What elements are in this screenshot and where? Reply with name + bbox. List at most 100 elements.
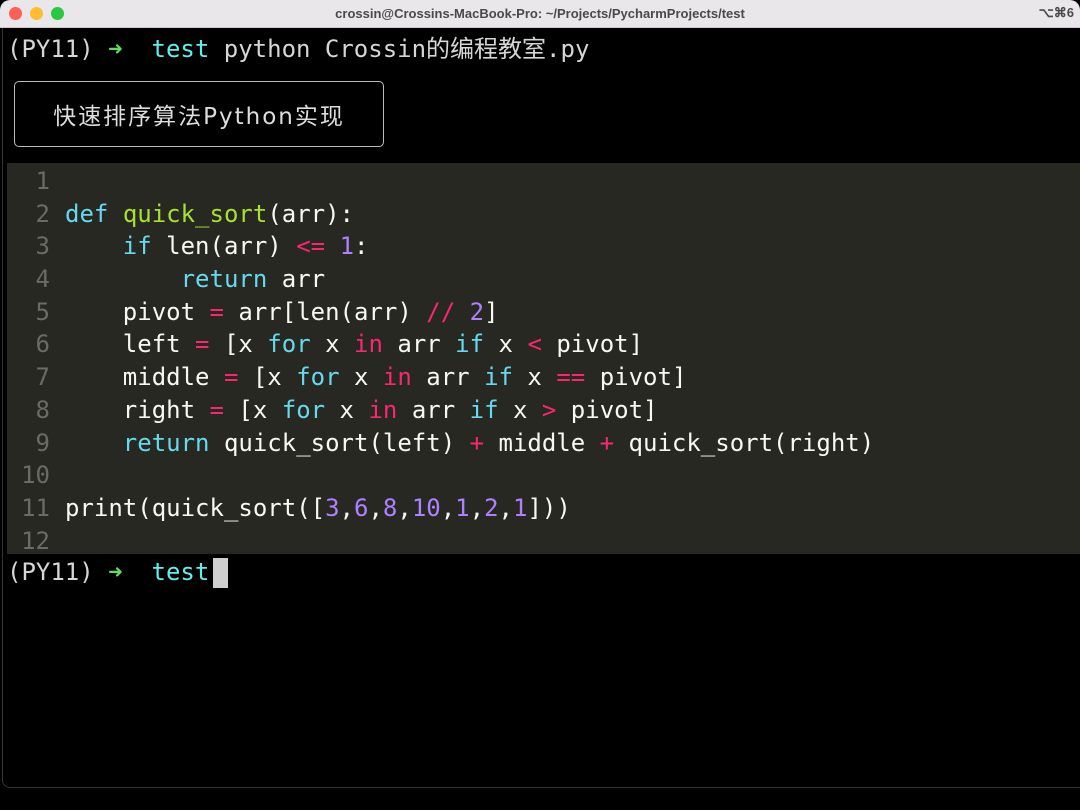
- code-token-plain: right: [65, 395, 210, 424]
- code-token-plain: :: [354, 232, 369, 261]
- code-token-kw: if: [122, 232, 152, 261]
- code-token-op: <: [527, 330, 542, 359]
- env-name: (PY11): [7, 35, 94, 63]
- line-number: 3: [35, 232, 50, 261]
- line-number: 2: [35, 199, 50, 228]
- code-token-plain: x: [339, 363, 383, 392]
- code-text: right = [x for x in arr if x > pivot]: [65, 394, 658, 427]
- code-token-op: =: [209, 395, 224, 424]
- code-token-op: >: [541, 395, 557, 424]
- code-token-kw: return: [122, 428, 210, 457]
- line-number: 9: [35, 428, 50, 457]
- code-block: 1 2 def quick_sort(arr): 3 if len(arr) <= 1…: [7, 163, 1080, 555]
- code-text: pivot = arr[len(arr) // 2]: [65, 296, 499, 329]
- code-token-plain: print(quick_sort([: [65, 493, 326, 522]
- code-token-kw: for: [296, 363, 340, 392]
- line-number: 7: [35, 363, 50, 392]
- line-number: 4: [35, 265, 50, 294]
- code-token-plain: ,: [397, 493, 412, 522]
- window-shortcut: ⌥⌘6: [1038, 5, 1074, 20]
- text-cursor[interactable]: [213, 558, 229, 588]
- code-token-plain: arr: [267, 265, 326, 294]
- title-bar: crossin@Crossins-MacBook-Pro: ~/Projects…: [0, 0, 1080, 28]
- code-token-kw: if: [484, 363, 513, 392]
- code-token-plain: ,: [469, 493, 485, 522]
- code-token-plain: middle: [484, 428, 600, 457]
- code-token-plain: ,: [339, 493, 354, 522]
- code-token-plain: middle: [65, 363, 224, 392]
- code-token-op: <=: [296, 232, 326, 261]
- code-token-op: in: [382, 363, 412, 392]
- line-number: 6: [35, 330, 50, 359]
- code-token-plain: pivot]: [585, 363, 687, 392]
- arrow-icon: ➜: [108, 35, 123, 63]
- code-line: 11 print(quick_sort([3,6,8,10,1,2,1])): [7, 492, 1080, 525]
- code-line: 10: [7, 459, 1080, 492]
- code-token-op: ==: [556, 363, 586, 392]
- code-text: if len(arr) <= 1:: [65, 230, 369, 263]
- code-line: 8 right = [x for x in arr if x > pivot]: [7, 394, 1080, 427]
- code-line: 7 middle = [x for x in arr if x == pivot…: [7, 361, 1080, 394]
- code-token-num: 3: [325, 493, 340, 522]
- code-line: 1: [7, 165, 1080, 198]
- code-token-plain: ])): [527, 493, 571, 522]
- code-token-op: +: [599, 428, 615, 457]
- code-token-op: =: [209, 297, 224, 326]
- code-token-plain: arr: [411, 363, 485, 392]
- code-line: 5 pivot = arr[len(arr) // 2]: [7, 296, 1080, 329]
- code-token-plain: [x: [238, 363, 297, 392]
- code-token-num: 1: [339, 232, 355, 261]
- code-token-op: in: [354, 330, 383, 359]
- line-number: 11: [21, 493, 50, 522]
- code-token-plain: ,: [368, 493, 383, 522]
- code-token-num: 1: [455, 493, 470, 522]
- code-token-plain: (arr):: [267, 199, 355, 228]
- code-token-num: 1: [512, 493, 528, 522]
- code-token-kw: if: [469, 395, 499, 424]
- code-token-plain: x: [498, 395, 542, 424]
- code-token-num: 8: [382, 493, 398, 522]
- code-token-plain: x: [310, 330, 355, 359]
- code-token-plain: pivot]: [556, 395, 658, 424]
- code-token-kw: for: [281, 395, 326, 424]
- code-text: def quick_sort(arr):: [65, 198, 354, 231]
- code-token-plain: x: [484, 330, 528, 359]
- code-line: 3 if len(arr) <= 1:: [7, 230, 1080, 263]
- code-text: left = [x for x in arr if x < pivot]: [65, 328, 643, 361]
- code-token-op: //: [426, 297, 456, 326]
- code-token-op: =: [223, 363, 239, 392]
- code-token-num: 2: [469, 297, 485, 326]
- line-number: 12: [21, 526, 50, 555]
- code-text: middle = [x for x in arr if x == pivot]: [65, 361, 687, 394]
- line-number: 5: [35, 297, 50, 326]
- line-number: 10: [21, 461, 50, 490]
- code-token-plain: ,: [498, 493, 513, 522]
- code-token-fn: quick_sort: [122, 199, 268, 228]
- code-token-plain: [x: [209, 330, 268, 359]
- code-token-kw: def: [65, 199, 109, 228]
- code-text: print(quick_sort([3,6,8,10,1,2,1])): [65, 492, 571, 525]
- code-token-num: 2: [484, 493, 499, 522]
- code-token-plain: arr: [397, 395, 470, 424]
- title-label: 快速排序算法Python实现: [14, 81, 384, 147]
- window-title: crossin@Crossins-MacBook-Pro: ~/Projects…: [335, 6, 745, 21]
- arrow-icon: ➜: [108, 558, 123, 586]
- code-token-plain: quick_sort(left): [209, 428, 470, 457]
- code-token-plain: len(arr): [151, 232, 297, 261]
- code-line: 6 left = [x for x in arr if x < pivot]: [7, 328, 1080, 361]
- code-line: 12: [7, 525, 1080, 558]
- line-number: 8: [35, 395, 50, 424]
- code-token-num: 10: [411, 493, 441, 522]
- env-name: (PY11): [7, 558, 94, 586]
- code-token-plain: [x: [223, 395, 282, 424]
- code-token-plain: ]: [484, 297, 499, 326]
- code-token-op: +: [469, 428, 485, 457]
- code-token-plain: x: [512, 363, 557, 392]
- code-token-plain: arr[len(arr): [223, 297, 427, 326]
- code-text: return arr: [65, 263, 326, 296]
- code-token-plain: quick_sort(right): [614, 428, 875, 457]
